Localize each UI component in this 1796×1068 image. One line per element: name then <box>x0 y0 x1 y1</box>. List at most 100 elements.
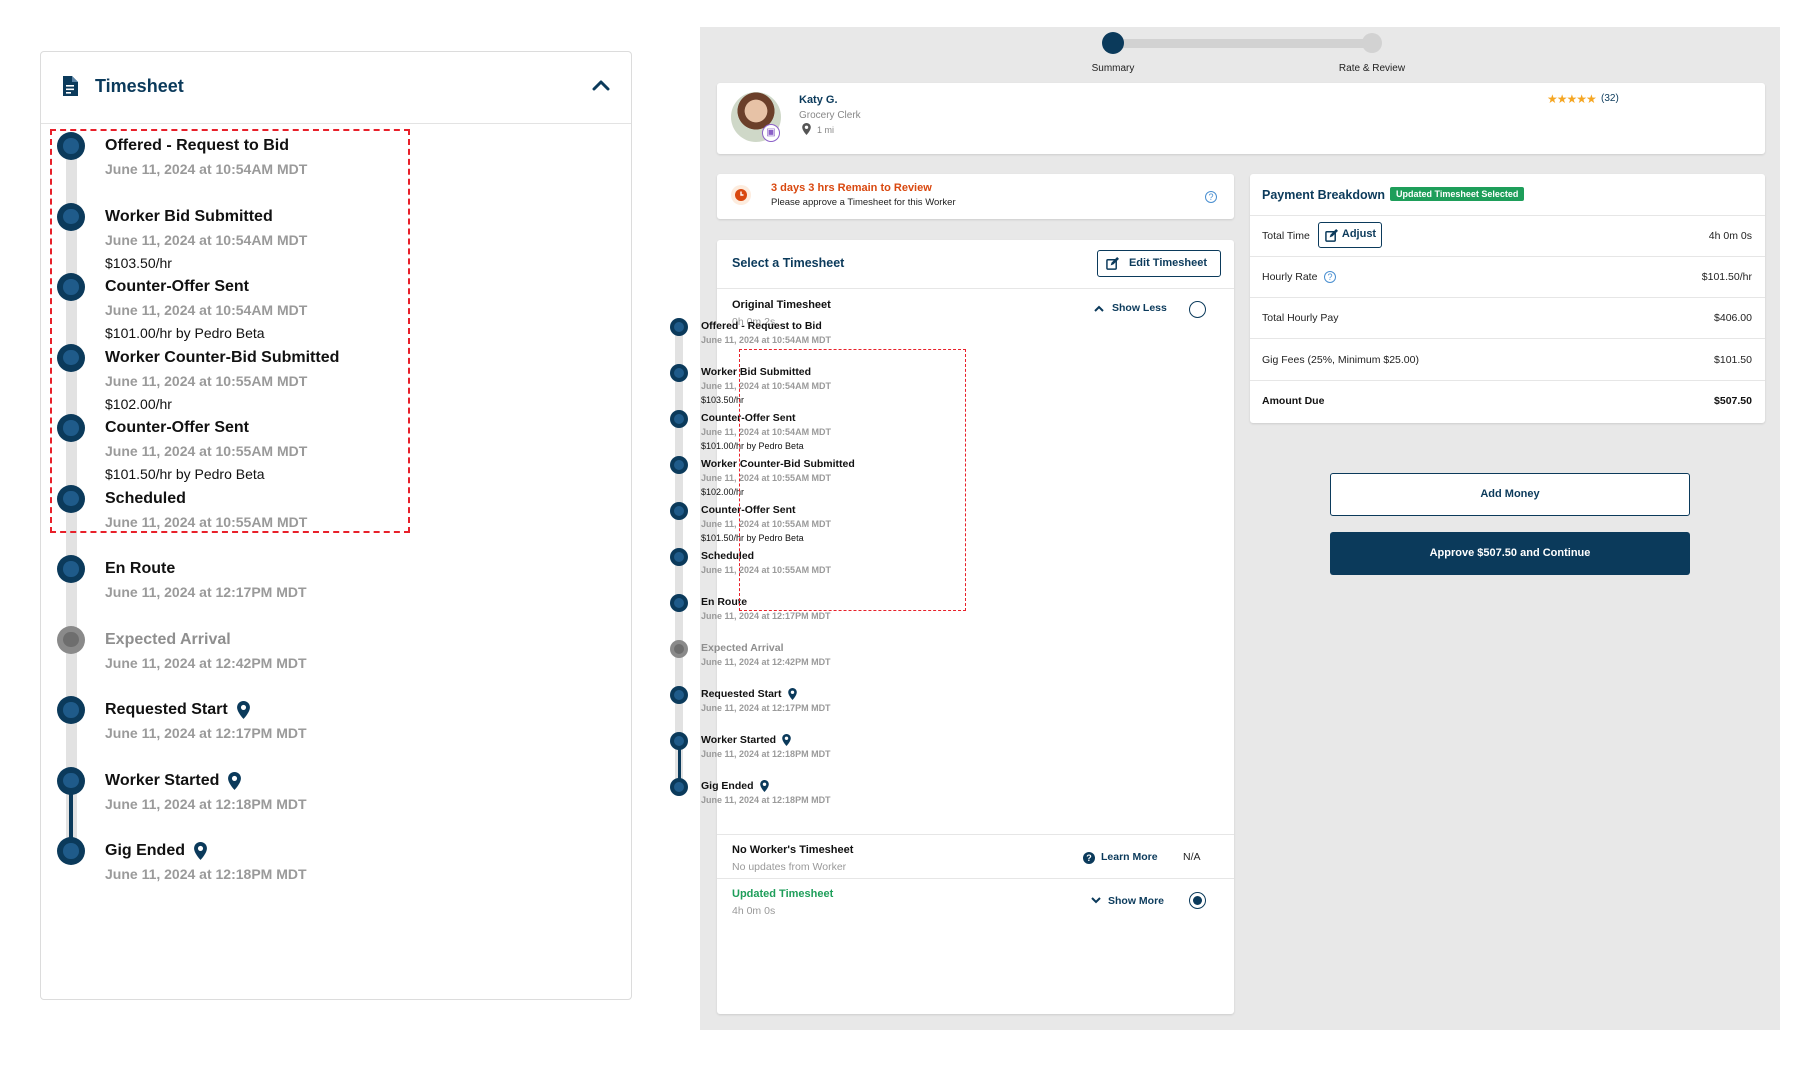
original-timesheet-radio[interactable] <box>1189 301 1206 318</box>
worker-role: Grocery Clerk <box>799 110 861 121</box>
show-more-toggle[interactable]: Show More <box>1108 895 1164 907</box>
timeline-dot <box>57 625 85 654</box>
worker-distance: 1 mi <box>817 125 835 135</box>
chevron-up-icon[interactable] <box>1094 305 1104 312</box>
location-pin-icon <box>802 123 811 135</box>
location-pin-icon <box>782 734 791 747</box>
timeline-event-date: June 11, 2024 at 12:17PM MDT <box>701 703 831 713</box>
total-hourly-pay-value: $406.00 <box>1714 312 1752 324</box>
gig-fees-label: Gig Fees (25%, Minimum $25.00) <box>1262 354 1419 366</box>
adjust-button[interactable]: Adjust <box>1318 222 1382 248</box>
timesheet-header[interactable]: Timesheet <box>41 52 631 124</box>
updated-timesheet-radio[interactable] <box>1189 892 1206 909</box>
divider <box>1250 338 1765 339</box>
timeline-event-date: June 11, 2024 at 12:17PM MDT <box>105 584 307 600</box>
document-icon <box>63 76 78 96</box>
hourly-rate-label: Hourly Rate <box>1262 271 1318 283</box>
timeline-dot-inner <box>674 736 684 746</box>
location-pin-icon <box>228 771 242 790</box>
timeline-dot-inner <box>674 690 684 700</box>
worker-name[interactable]: Katy G. <box>799 94 838 106</box>
timeline-event-date: June 11, 2024 at 10:54AM MDT <box>701 335 832 345</box>
gig-fees-value: $101.50 <box>1714 354 1752 366</box>
help-icon[interactable]: ? <box>1324 271 1336 283</box>
rating-count[interactable]: (32) <box>1601 93 1619 104</box>
updated-timesheet-label[interactable]: Updated Timesheet <box>732 888 833 900</box>
timeline-dot <box>670 594 688 612</box>
stepper-dot-rate-review[interactable] <box>1362 33 1382 53</box>
no-worker-timesheet-sub: No updates from Worker <box>732 861 847 873</box>
timeline-event-title: Gig Ended <box>105 842 207 860</box>
payment-breakdown-card: Payment Breakdown Updated Timesheet Sele… <box>1250 174 1765 423</box>
timeline-event-title: Expected Arrival <box>701 642 783 654</box>
timeline-event-title: Expected Arrival <box>105 631 231 649</box>
stepper-label-rate-review: Rate & Review <box>1338 63 1406 74</box>
timeline-dot <box>670 318 688 336</box>
total-time-value: 4h 0m 0s <box>1708 230 1752 242</box>
timeline-dot-inner <box>674 322 684 332</box>
location-pin-icon <box>759 780 769 793</box>
timeline-dot-inner <box>674 414 684 424</box>
timeline-event-title: Gig Ended <box>701 780 769 793</box>
timeline-event-date: June 11, 2024 at 12:18PM MDT <box>701 795 831 805</box>
timeline-event-title-text: Expected Arrival <box>105 630 231 648</box>
total-time-label: Total Time <box>1262 230 1310 242</box>
timeline-dot-inner <box>674 598 684 608</box>
timeline-dot-inner <box>674 644 684 654</box>
divider <box>717 878 1234 879</box>
timeline-dot-inner <box>674 552 684 562</box>
timeline-event-title-text: Requested Start <box>701 688 782 700</box>
worker-card: ▣ Katy G. Grocery Clerk 1 mi ★★★★★ (32) <box>717 83 1765 154</box>
learn-more-link[interactable]: Learn More <box>1101 851 1158 863</box>
timeline-dot <box>670 686 688 704</box>
employer-badge-icon: ▣ <box>762 124 780 142</box>
timeline-dot <box>57 766 85 795</box>
original-timesheet-label[interactable]: Original Timesheet <box>732 299 831 311</box>
timeline-dot <box>57 696 85 724</box>
divider <box>717 834 1234 835</box>
timeline-dot-inner <box>63 772 79 789</box>
timeline-event-date: June 11, 2024 at 12:17PM MDT <box>701 611 831 621</box>
timeline-event-title: En Route <box>105 560 175 578</box>
add-money-button[interactable]: Add Money <box>1330 473 1690 516</box>
adjust-label: Adjust <box>1341 228 1377 240</box>
timeline-dot-inner <box>63 631 79 648</box>
timeline-event-title-text: Gig Ended <box>105 842 185 860</box>
timeline-event-detail: $103.50/hr <box>701 395 745 405</box>
timeline-dot <box>670 640 688 658</box>
timeline-dot-inner <box>63 843 79 859</box>
timeline-event-title: Worker Started <box>701 734 791 747</box>
no-worker-timesheet-label: No Worker's Timesheet <box>732 844 854 856</box>
divider <box>1250 215 1765 216</box>
timeline-dot-inner <box>674 506 684 516</box>
timeline-event-title-text: Offered - Request to Bid <box>701 320 822 332</box>
timeline-event-date: June 11, 2024 at 12:18PM MDT <box>105 866 307 882</box>
timeline-event-date: June 11, 2024 at 12:18PM MDT <box>105 795 307 812</box>
timeline-dot <box>670 778 688 796</box>
review-deadline-subtext: Please approve a Timesheet for this Work… <box>771 197 956 208</box>
timeline-event-title-text: Requested Start <box>105 701 228 719</box>
show-less-toggle[interactable]: Show Less <box>1112 302 1167 314</box>
approve-and-continue-button[interactable]: Approve $507.50 and Continue <box>1330 532 1690 575</box>
chevron-up-icon[interactable] <box>592 79 610 91</box>
help-icon[interactable]: ? <box>1205 191 1217 203</box>
timeline-event-date: June 11, 2024 at 12:42PM MDT <box>105 654 307 671</box>
select-timesheet-title: Select a Timesheet <box>732 256 845 270</box>
chevron-down-icon[interactable] <box>1091 897 1101 904</box>
hourly-rate-value: $101.50/hr <box>1701 271 1752 283</box>
question-circle-icon: ? <box>1083 852 1095 864</box>
location-pin-icon <box>236 701 250 719</box>
timeline-event-title-text: Expected Arrival <box>701 642 784 654</box>
stepper: Summary Rate & Review <box>700 27 1780 83</box>
edit-timesheet-button[interactable]: Edit Timesheet <box>1097 250 1221 277</box>
location-pin-icon <box>194 842 207 860</box>
divider <box>1250 297 1765 298</box>
timeline-dot <box>670 502 688 520</box>
stepper-dot-summary[interactable] <box>1102 32 1124 54</box>
highlight-box-right <box>739 349 966 611</box>
timesheet-title: Timesheet <box>95 76 184 96</box>
amount-due-label: Amount Due <box>1262 395 1325 407</box>
edit-timesheet-label: Edit Timesheet <box>1128 257 1208 269</box>
timeline-event-title: Offered - Request to Bid <box>701 320 822 332</box>
timeline-dot <box>57 555 85 583</box>
